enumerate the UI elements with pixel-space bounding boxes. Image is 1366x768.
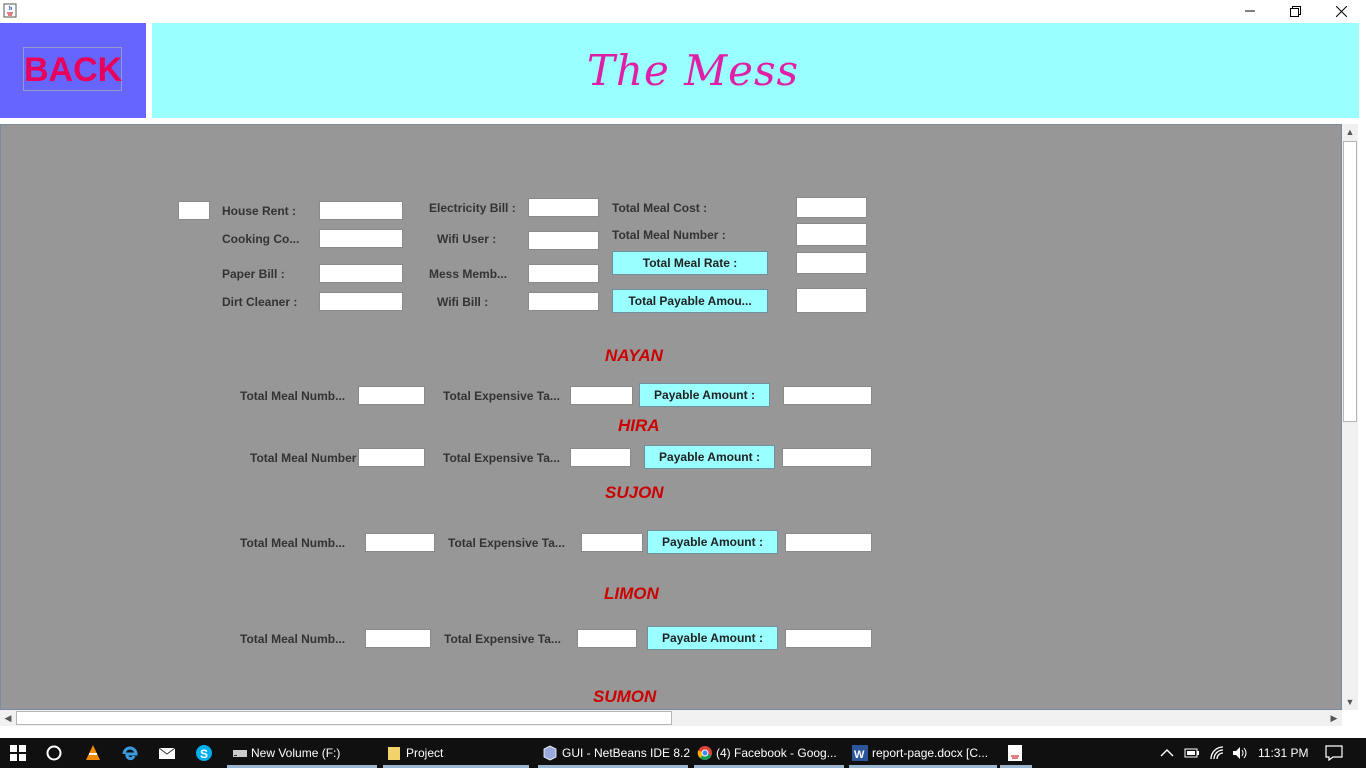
word-icon: W xyxy=(852,745,868,761)
taskbar-item-new-volume[interactable]: New Volume (F:) xyxy=(251,738,340,768)
scroll-up-arrow-icon[interactable]: ▲ xyxy=(1342,124,1358,140)
hira-meal-input[interactable] xyxy=(358,448,425,467)
chevron-up-icon[interactable] xyxy=(1160,747,1174,759)
member-name-hira: HIRA xyxy=(618,416,660,435)
limon-expense-label: Total Expensive Ta... xyxy=(444,632,561,646)
edge-icon[interactable] xyxy=(121,744,139,762)
java-taskbar-icon[interactable] xyxy=(1007,744,1023,762)
taskbar-item-netbeans[interactable]: GUI - NetBeans IDE 8.2 xyxy=(562,738,690,768)
content-panel: House Rent : Cooking Co... Paper Bill : … xyxy=(0,124,1342,710)
nayan-expense-label: Total Expensive Ta... xyxy=(443,389,560,403)
sujon-expense-label: Total Expensive Ta... xyxy=(448,536,565,550)
wifi-user-label: Wifi User : xyxy=(437,232,497,246)
small-field[interactable] xyxy=(178,201,210,220)
mess-members-input[interactable] xyxy=(528,264,599,283)
mess-members-label: Mess Memb... xyxy=(429,267,508,281)
paper-bill-input[interactable] xyxy=(319,264,403,283)
horizontal-scroll-thumb[interactable] xyxy=(16,711,672,725)
taskbar-clock[interactable]: 11:31 PM xyxy=(1258,738,1308,768)
notification-icon[interactable] xyxy=(1325,745,1343,761)
back-button[interactable]: BACK xyxy=(23,47,122,91)
scroll-left-arrow-icon[interactable]: ◀ xyxy=(0,710,16,726)
nayan-expense-input[interactable] xyxy=(570,386,633,405)
cortana-icon[interactable] xyxy=(46,745,62,761)
hira-payable-input[interactable] xyxy=(782,448,872,467)
total-meal-number-label: Total Meal Number : xyxy=(612,228,726,242)
sujon-expense-input[interactable] xyxy=(581,533,643,552)
cooking-cost-input[interactable] xyxy=(319,229,403,248)
windows-start-icon[interactable] xyxy=(10,745,26,761)
nayan-payable-input[interactable] xyxy=(783,386,872,405)
nayan-payable-button[interactable]: Payable Amount : xyxy=(639,383,770,407)
limon-meal-label: Total Meal Numb... xyxy=(240,632,346,646)
scroll-right-arrow-icon[interactable]: ▶ xyxy=(1326,710,1342,726)
hira-meal-label: Total Meal Number xyxy=(250,451,357,465)
house-rent-label: House Rent : xyxy=(222,204,297,218)
nayan-meal-input[interactable] xyxy=(358,386,425,405)
wifi-icon[interactable] xyxy=(1209,745,1225,761)
battery-icon[interactable] xyxy=(1184,747,1200,759)
taskbar-item-project[interactable]: Project xyxy=(406,738,443,768)
electricity-bill-label: Electricity Bill : xyxy=(429,201,516,215)
java-app-icon xyxy=(3,3,17,18)
mail-icon[interactable] xyxy=(158,745,176,761)
close-button[interactable] xyxy=(1318,0,1364,22)
close-icon xyxy=(1335,5,1347,17)
hira-expense-input[interactable] xyxy=(570,448,631,467)
total-payable-input[interactable] xyxy=(796,288,867,313)
wifi-bill-label: Wifi Bill : xyxy=(437,295,489,309)
taskbar-item-word[interactable]: report-page.docx [C... xyxy=(872,738,988,768)
vertical-scroll-thumb[interactable] xyxy=(1343,141,1357,422)
dirt-cleaner-label: Dirt Cleaner : xyxy=(222,295,298,309)
limon-payable-button[interactable]: Payable Amount : xyxy=(647,626,778,650)
chrome-icon xyxy=(697,746,712,760)
volume-icon[interactable] xyxy=(1231,745,1249,761)
restore-button[interactable] xyxy=(1272,0,1318,22)
wifi-bill-input[interactable] xyxy=(528,292,599,311)
electricity-bill-input[interactable] xyxy=(528,198,599,217)
limon-meal-input[interactable] xyxy=(365,629,431,648)
folder-icon xyxy=(388,747,400,760)
svg-text:S: S xyxy=(200,747,208,761)
member-name-limon: LIMON xyxy=(604,584,659,603)
taskbar-item-chrome[interactable]: (4) Facebook - Goog... xyxy=(716,738,837,768)
app-title: The Mess xyxy=(586,46,800,95)
netbeans-icon xyxy=(543,745,557,761)
minimize-icon xyxy=(1245,10,1255,12)
svg-text:W: W xyxy=(854,749,865,761)
member-name-sujon: SUJON xyxy=(605,483,664,502)
skype-icon[interactable]: S xyxy=(195,744,213,762)
total-payable-button[interactable]: Total Payable Amou... xyxy=(612,289,768,313)
limon-payable-input[interactable] xyxy=(785,629,872,648)
limon-expense-input[interactable] xyxy=(577,629,637,648)
paper-bill-label: Paper Bill : xyxy=(222,267,285,281)
hira-expense-label: Total Expensive Ta... xyxy=(443,451,560,465)
nayan-meal-label: Total Meal Numb... xyxy=(240,389,346,403)
total-meal-rate-input[interactable] xyxy=(796,252,867,274)
drive-icon xyxy=(233,750,247,757)
wifi-user-input[interactable] xyxy=(528,231,599,250)
sujon-meal-label: Total Meal Numb... xyxy=(240,536,346,550)
total-meal-number-input[interactable] xyxy=(796,223,867,246)
cooking-cost-label: Cooking Co... xyxy=(222,232,300,246)
total-meal-rate-button[interactable]: Total Meal Rate : xyxy=(612,251,768,275)
total-meal-cost-label: Total Meal Cost : xyxy=(612,201,708,215)
total-meal-cost-input[interactable] xyxy=(796,197,867,218)
vlc-icon[interactable] xyxy=(84,744,102,762)
sujon-payable-input[interactable] xyxy=(785,533,872,552)
scroll-down-arrow-icon[interactable]: ▼ xyxy=(1342,694,1358,710)
window-title-bar xyxy=(0,0,1366,22)
dirt-cleaner-input[interactable] xyxy=(319,292,403,311)
member-name-sumon: SUMON xyxy=(593,687,657,706)
hira-payable-button[interactable]: Payable Amount : xyxy=(644,445,775,469)
member-name-nayan: NAYAN xyxy=(605,346,663,365)
sujon-payable-button[interactable]: Payable Amount : xyxy=(647,530,778,554)
restore-icon xyxy=(1289,5,1301,17)
house-rent-input[interactable] xyxy=(319,201,403,220)
minimize-button[interactable] xyxy=(1227,0,1273,22)
sujon-meal-input[interactable] xyxy=(365,533,435,552)
